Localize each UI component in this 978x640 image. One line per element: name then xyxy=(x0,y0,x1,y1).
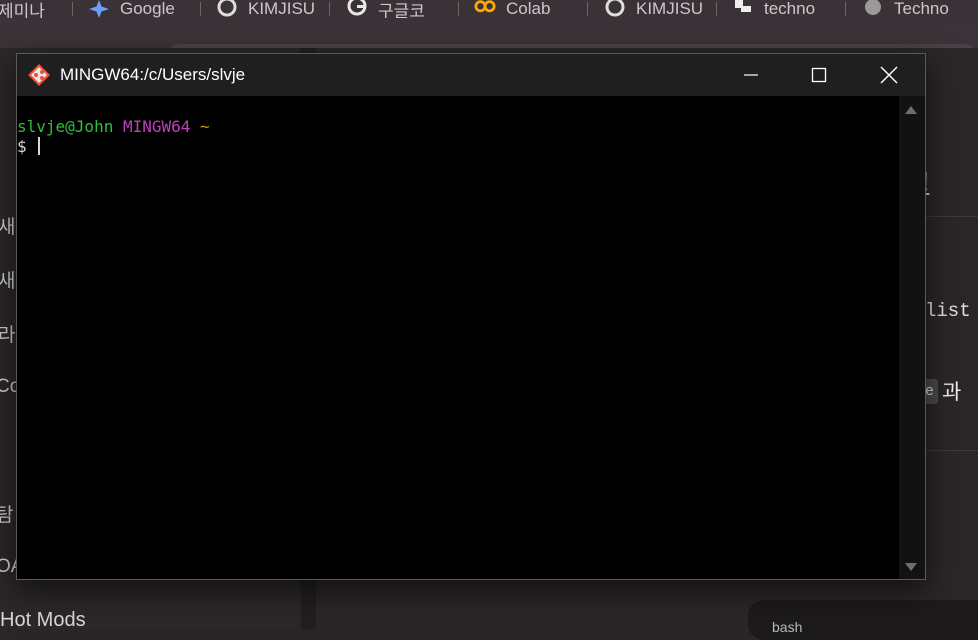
left-panel-item[interactable]: 새 xyxy=(0,212,15,239)
prompt-input-line[interactable]: $ xyxy=(17,137,41,156)
tab-separator xyxy=(458,2,459,16)
gemini-star-icon xyxy=(88,0,110,18)
git-bash-icon xyxy=(27,63,51,87)
tab-separator xyxy=(587,2,588,16)
tab-label: 구글코 xyxy=(378,1,425,19)
tab-label: KIMJISU xyxy=(248,0,316,18)
tab-separator xyxy=(716,2,717,16)
terminal-scrollbar[interactable] xyxy=(899,96,925,579)
terminal-output-area[interactable]: slvje@John MINGW64 ~ $ xyxy=(17,96,899,579)
site-icon xyxy=(732,0,754,18)
scroll-down-arrow-icon[interactable] xyxy=(905,563,917,571)
tab-separator xyxy=(845,2,846,16)
browser-tab-6[interactable]: KIMJISU xyxy=(604,0,703,18)
window-titlebar[interactable]: MINGW64:/c/Users/slvje xyxy=(17,54,925,96)
github-icon xyxy=(216,0,238,18)
browser-tab-3[interactable]: KIMJISU xyxy=(216,0,315,18)
text-cursor xyxy=(38,137,41,155)
list-text-fragment: list xyxy=(925,300,971,322)
tab-label: 제미나 xyxy=(0,1,45,19)
prompt-header-line: slvje@John MINGW64 ~ xyxy=(17,117,210,136)
globe-icon xyxy=(862,0,884,18)
browser-tab-7[interactable]: techno xyxy=(732,0,815,18)
left-panel-item[interactable]: 탐 xyxy=(0,500,13,527)
colab-icon xyxy=(474,0,496,18)
browser-tab-1[interactable]: 제미나 xyxy=(0,0,45,19)
browser-tab-4[interactable]: 구글코 xyxy=(346,0,425,18)
system-name: MINGW64 xyxy=(122,117,191,136)
left-panel-item[interactable]: 새 xyxy=(0,266,15,293)
current-path: ~ xyxy=(200,117,210,136)
tab-label: Colab xyxy=(506,0,551,18)
maximize-button[interactable] xyxy=(785,54,853,96)
mingw64-terminal-window[interactable]: MINGW64:/c/Users/slvje slvje@John MINGW6… xyxy=(16,53,926,580)
google-icon xyxy=(346,0,368,18)
tab-label: techno xyxy=(764,0,816,18)
code-language-label: bash xyxy=(772,619,803,635)
close-button[interactable] xyxy=(855,54,923,96)
browser-tab-5[interactable]: Colab xyxy=(474,0,550,18)
left-panel-item[interactable]: 라 xyxy=(0,320,15,347)
scroll-up-arrow-icon[interactable] xyxy=(905,106,917,114)
minimize-button[interactable] xyxy=(717,54,785,96)
user-host: slvje@John xyxy=(17,117,114,136)
tab-label: KIMJISU xyxy=(636,0,704,18)
maximize-icon xyxy=(811,67,827,83)
close-icon xyxy=(880,66,898,84)
prompt-symbol: $ xyxy=(17,137,37,156)
browser-tab-strip: 제미나 Google KIMJISU 구글코 Colab KIMJISU tec… xyxy=(0,0,978,18)
tab-separator xyxy=(329,2,330,16)
window-title: MINGW64:/c/Users/slvje xyxy=(60,65,246,84)
tab-separator xyxy=(72,2,73,16)
tab-separator xyxy=(200,2,201,16)
browser-tab-8[interactable]: Techno xyxy=(862,0,949,18)
tab-label: Google xyxy=(120,0,175,18)
browser-tab-2[interactable]: Google xyxy=(88,0,175,18)
minimize-icon xyxy=(744,74,758,76)
github-icon xyxy=(604,0,626,18)
tab-label: Techno xyxy=(894,0,949,18)
text-fragment: 과 xyxy=(942,381,962,404)
